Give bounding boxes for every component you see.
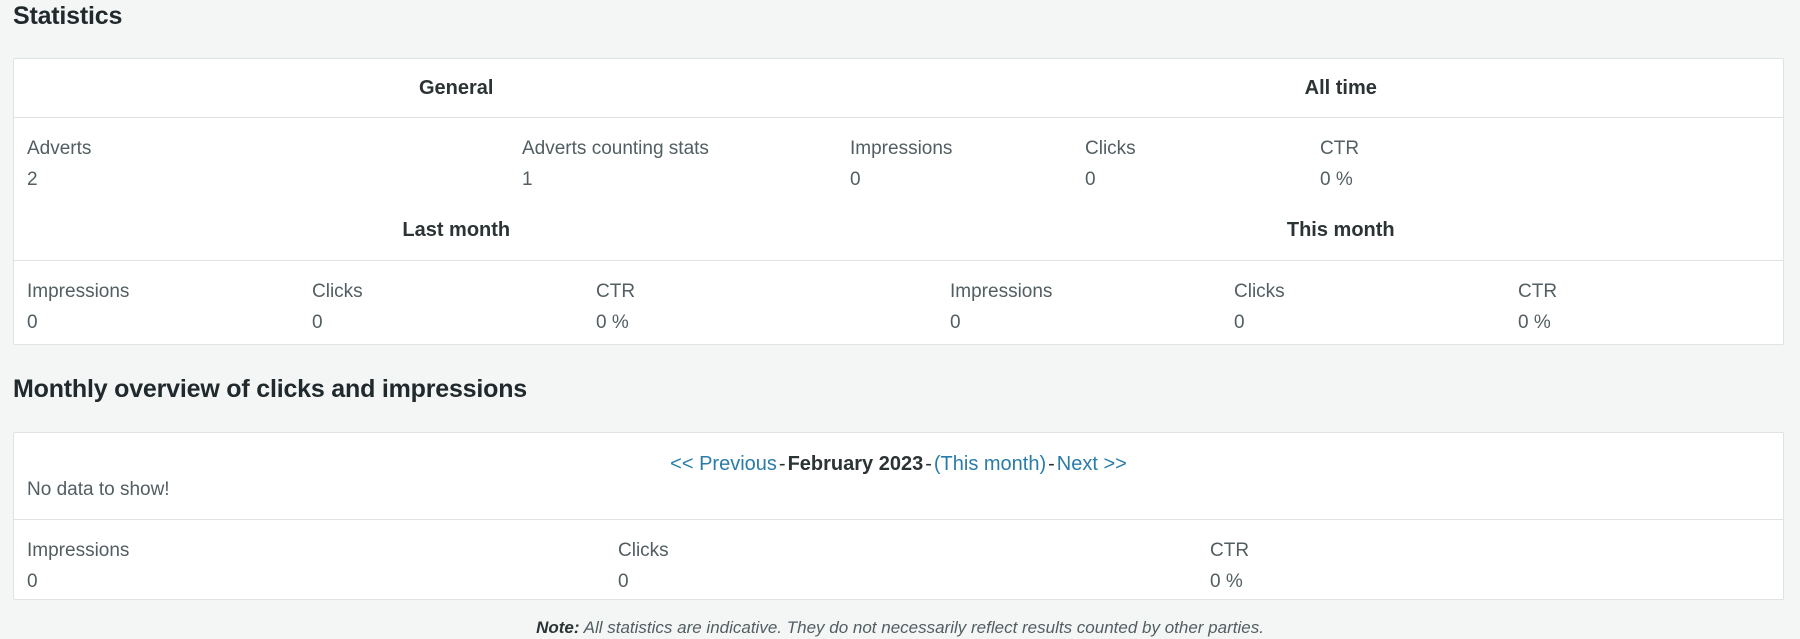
month-pager: << Previous - February 2023- (This month) - N… bbox=[14, 453, 1783, 476]
metric-ctr-month: CTR 0 % bbox=[1210, 538, 1249, 596]
metric-value: 0 bbox=[950, 311, 961, 333]
metric-label: Impressions bbox=[27, 540, 130, 561]
metric-value: 0 bbox=[618, 570, 629, 592]
metric-clicks-last-month: Clicks 0 bbox=[312, 279, 363, 337]
metric-label: Impressions bbox=[850, 138, 953, 159]
monthly-metrics-row: Impressions 0 Clicks 0 CTR 0 % bbox=[14, 519, 1783, 600]
metric-label: Adverts bbox=[27, 138, 92, 159]
statistics-month-group-header-row: Last month This month bbox=[14, 200, 1783, 260]
metric-label: Clicks bbox=[1085, 138, 1136, 159]
note-prefix: Note: bbox=[536, 618, 580, 637]
statistics-general-row: Adverts 2 Adverts counting stats 1 Impre… bbox=[14, 117, 1783, 260]
metric-impressions-all-time: Impressions 0 bbox=[850, 136, 952, 194]
pager-separator-1: - bbox=[778, 453, 786, 475]
group-header-this-month: This month bbox=[1286, 219, 1395, 241]
metric-clicks-this-month: Clicks 0 bbox=[1234, 279, 1285, 337]
group-header-all-time: All time bbox=[1304, 77, 1377, 99]
statistics-page: Statistics General All time Adverts 2 Ad… bbox=[0, 0, 1800, 639]
metric-ctr-last-month: CTR 0 % bbox=[596, 279, 635, 337]
statistics-table: General All time Adverts 2 Adverts count… bbox=[13, 58, 1784, 345]
metric-label: CTR bbox=[1518, 281, 1558, 302]
metric-value: 2 bbox=[27, 168, 38, 190]
page-title: Statistics bbox=[13, 2, 123, 30]
this-month-link[interactable]: (This month) bbox=[934, 453, 1046, 475]
metric-label: CTR bbox=[1320, 138, 1360, 159]
statistics-months-row: Impressions 0 Clicks 0 CTR 0 % Impressio… bbox=[14, 260, 1783, 342]
metric-adverts: Adverts 2 bbox=[27, 136, 91, 194]
statistics-general-metrics: Adverts 2 Adverts counting stats 1 Impre… bbox=[14, 118, 1783, 200]
monthly-top-row: << Previous - February 2023- (This month) - N… bbox=[14, 433, 1783, 519]
pager-separator-2: - bbox=[925, 453, 932, 475]
metric-ctr-this-month: CTR 0 % bbox=[1518, 279, 1557, 337]
monthly-overview-title: Monthly overview of clicks and impressio… bbox=[13, 375, 527, 403]
metric-impressions-this-month: Impressions 0 bbox=[950, 279, 1052, 337]
metric-label: Adverts counting stats bbox=[522, 138, 709, 159]
metric-value: 0 % bbox=[1320, 168, 1353, 190]
statistics-group-header-row: General All time bbox=[14, 59, 1783, 117]
metric-value: 0 bbox=[27, 570, 38, 592]
next-month-link[interactable]: Next >> bbox=[1057, 453, 1127, 475]
metric-impressions-last-month: Impressions 0 bbox=[27, 279, 129, 337]
metric-value: 0 bbox=[312, 311, 323, 333]
group-header-last-month: Last month bbox=[402, 219, 511, 241]
metric-value: 1 bbox=[522, 168, 533, 190]
metric-adverts-counting-stats: Adverts counting stats 1 bbox=[522, 136, 709, 194]
metric-value: 0 % bbox=[1210, 570, 1243, 592]
metric-value: 0 bbox=[27, 311, 38, 333]
metric-value: 0 bbox=[1085, 168, 1096, 190]
metric-value: 0 bbox=[850, 168, 861, 190]
metric-label: Clicks bbox=[312, 281, 363, 302]
statistics-disclaimer-note: Note: All statistics are indicative. The… bbox=[0, 618, 1800, 638]
metric-clicks-all-time: Clicks 0 bbox=[1085, 136, 1136, 194]
metric-label: Clicks bbox=[1234, 281, 1285, 302]
metric-value: 0 % bbox=[1518, 311, 1551, 333]
metric-label: Impressions bbox=[950, 281, 1053, 302]
no-data-message: No data to show! bbox=[27, 479, 170, 500]
metric-ctr-all-time: CTR 0 % bbox=[1320, 136, 1359, 194]
note-text: All statistics are indicative. They do n… bbox=[583, 618, 1264, 637]
metric-label: CTR bbox=[1210, 540, 1250, 561]
metric-label: Impressions bbox=[27, 281, 130, 302]
monthly-overview-card: << Previous - February 2023- (This month) - N… bbox=[13, 432, 1784, 600]
group-header-general: General bbox=[419, 77, 494, 99]
metric-clicks-month: Clicks 0 bbox=[618, 538, 669, 596]
previous-month-link[interactable]: << Previous bbox=[670, 453, 777, 475]
metric-label: CTR bbox=[596, 281, 636, 302]
metric-impressions-month: Impressions 0 bbox=[27, 538, 129, 596]
metric-value: 0 bbox=[1234, 311, 1245, 333]
metric-value: 0 % bbox=[596, 311, 629, 333]
current-month-label: February 2023 bbox=[787, 453, 924, 475]
pager-separator-3: - bbox=[1048, 453, 1055, 475]
metric-label: Clicks bbox=[618, 540, 669, 561]
